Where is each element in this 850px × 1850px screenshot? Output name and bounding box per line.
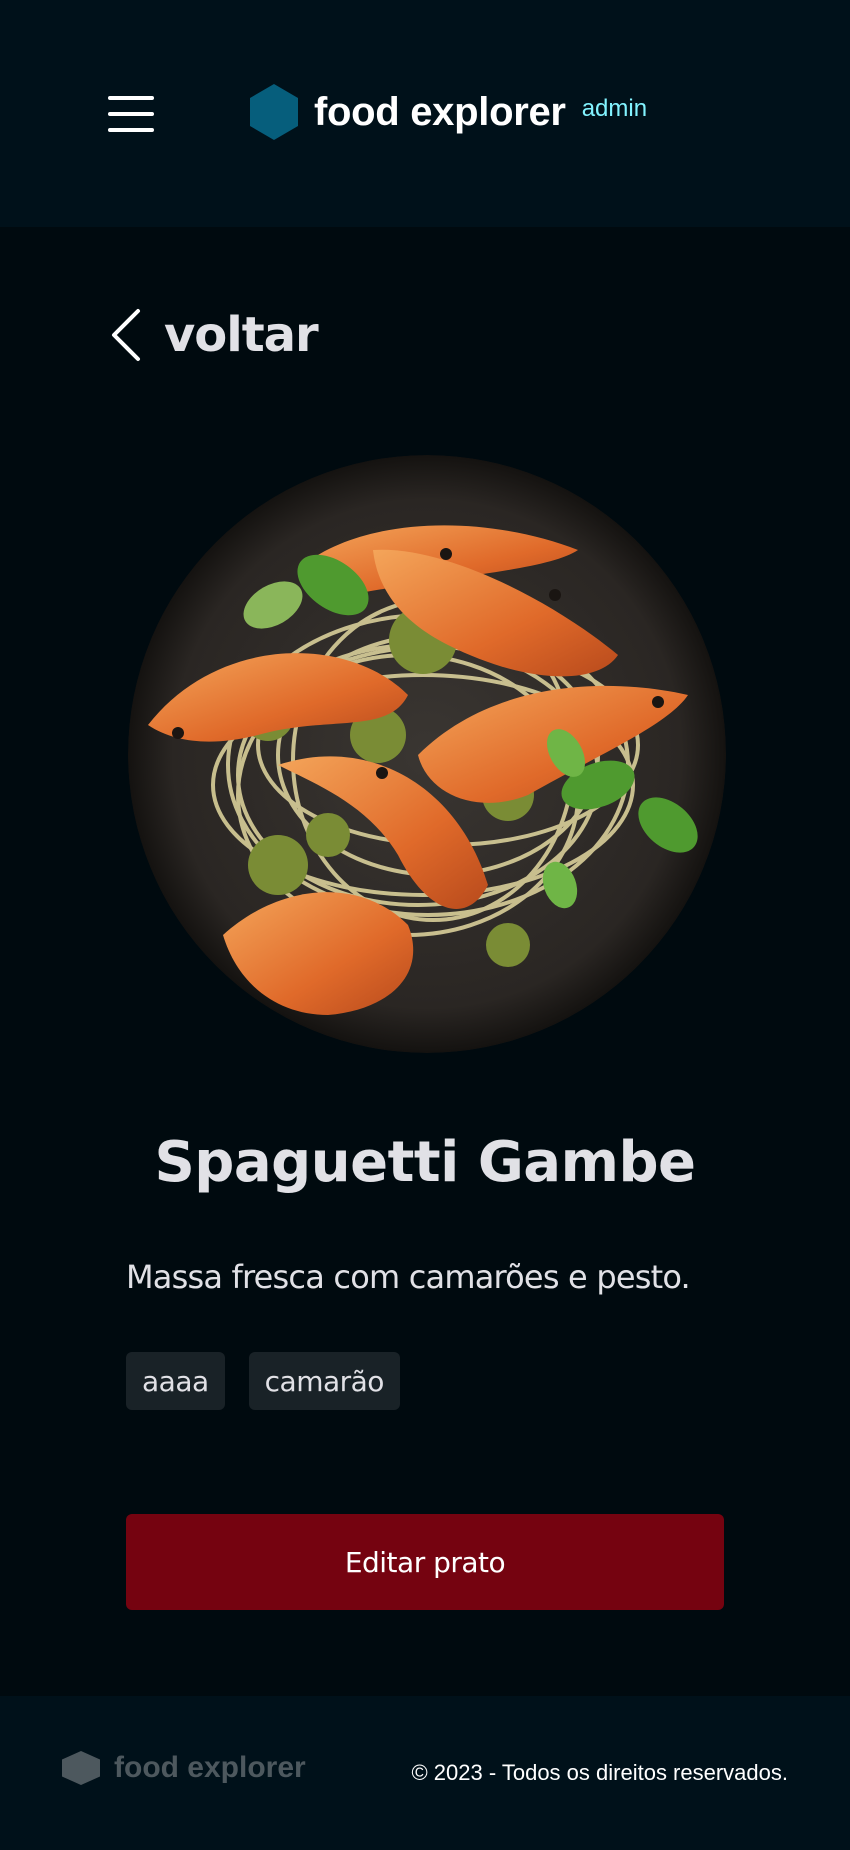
- dish-image: [128, 455, 726, 1053]
- copyright-text: © 2023 - Todos os direitos reservados.: [411, 1760, 788, 1785]
- hamburger-icon-line-1: [108, 96, 154, 100]
- footer-brand-name: food explorer: [114, 1751, 306, 1784]
- app-header: food explorer admin: [0, 0, 850, 227]
- ingredient-tag: camarão: [248, 1352, 400, 1410]
- brand-name: food explorer: [314, 89, 566, 134]
- ingredient-tags: aaaa camarão: [126, 1352, 400, 1410]
- dish-title: Spaguetti Gambe: [154, 1130, 696, 1195]
- dish-description: Massa fresca com camarões e pesto.: [126, 1258, 691, 1296]
- hexagon-logo-icon: [250, 84, 298, 140]
- chevron-left-icon: [112, 309, 140, 361]
- back-label: voltar: [164, 307, 319, 363]
- hexagon-logo-icon: [62, 1751, 100, 1785]
- hamburger-icon-line-3: [108, 128, 154, 132]
- edit-dish-button[interactable]: Editar prato: [126, 1514, 724, 1610]
- ingredient-tag: aaaa: [126, 1352, 225, 1410]
- brand[interactable]: food explorer admin: [250, 84, 647, 140]
- app-footer: food explorer © 2023 - Todos os direitos…: [0, 1696, 850, 1850]
- back-button[interactable]: voltar: [108, 305, 319, 365]
- menu-button[interactable]: [106, 94, 156, 134]
- hamburger-icon-line-2: [108, 112, 154, 116]
- brand-role-badge: admin: [581, 95, 648, 122]
- footer-brand: food explorer: [62, 1751, 306, 1785]
